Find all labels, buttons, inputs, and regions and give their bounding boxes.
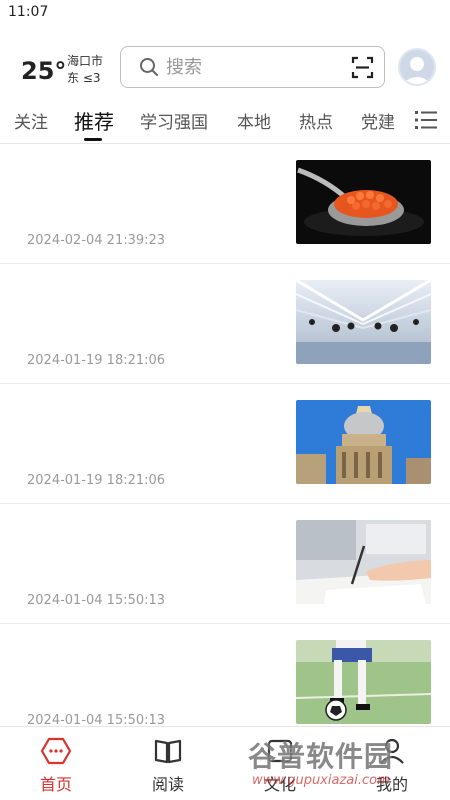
feed-thumbnail-writing-hand[interactable] — [296, 520, 431, 604]
tab-recommend[interactable]: 推荐 — [74, 106, 114, 135]
feed-item[interactable]: 2024-01-19 18:21:06 — [0, 264, 450, 384]
feed-item[interactable]: 2024-01-04 15:50:13 — [0, 504, 450, 624]
feed-item-date: 2024-01-04 15:50:13 — [27, 593, 166, 608]
status-bar: 11:07 — [0, 0, 450, 26]
watermark-url: www.gupuxiazai.com — [252, 773, 390, 788]
nav-home-label: 首页 — [39, 775, 72, 794]
home-hexagon-icon — [40, 737, 72, 765]
avatar-icon — [404, 57, 430, 84]
scan-icon[interactable] — [351, 56, 374, 79]
channel-menu-icon[interactable] — [415, 110, 437, 130]
feed-item-date: 2024-01-19 18:21:06 — [27, 353, 166, 368]
tab-xuexi-qiangguo[interactable]: 学习强国 — [140, 108, 208, 133]
channel-tabs: 关注 推荐 学习强国 本地 热点 党建 — [0, 98, 450, 144]
active-tab-indicator — [84, 138, 102, 141]
feed-item-date: 2024-02-04 21:39:23 — [27, 233, 166, 248]
tab-local[interactable]: 本地 — [237, 108, 271, 133]
feed-item[interactable]: 2024-01-04 15:50:13 — [0, 624, 450, 726]
feed-item[interactable]: 2024-02-04 21:39:23 — [0, 144, 450, 264]
watermark-title: 谷普软件园 — [248, 740, 394, 773]
nav-reading-label: 阅读 — [151, 775, 184, 794]
nav-reading[interactable]: 阅读 — [112, 727, 224, 800]
search-icon — [140, 58, 158, 76]
feed-item[interactable]: 2024-01-19 18:21:06 — [0, 384, 450, 504]
tab-hot[interactable]: 热点 — [299, 108, 333, 133]
feed-thumbnail-futuristic-hall[interactable] — [296, 280, 431, 364]
nav-home[interactable]: 首页 — [0, 727, 112, 800]
tab-party-building[interactable]: 党建 — [361, 108, 395, 133]
feed-item-date: 2024-01-19 18:21:06 — [27, 473, 166, 488]
feed-thumbnail-football-player[interactable] — [296, 640, 431, 724]
feed-thumbnail-radcliffe-camera[interactable] — [296, 400, 431, 484]
tab-follow[interactable]: 关注 — [14, 108, 48, 133]
news-feed: 2024-02-04 21:39:23 2024-01-19 18:21:06 — [0, 144, 450, 726]
weather-city: 海口市 — [67, 54, 104, 68]
watermark-logo: 谷普软件园 www.gupuxiazai.com — [248, 735, 448, 795]
header: 25° 海口市 东 ≤3 — [0, 26, 450, 98]
feed-thumbnail-caviar[interactable] — [296, 160, 431, 244]
avatar[interactable] — [398, 48, 436, 86]
weather-wind: 东 ≤3 — [67, 71, 101, 85]
feed-item-date: 2024-01-04 15:50:13 — [27, 713, 166, 726]
search-input[interactable] — [166, 54, 346, 80]
book-icon — [154, 739, 182, 764]
weather-temperature: 25° — [21, 57, 67, 85]
search-box[interactable] — [120, 46, 385, 88]
status-time: 11:07 — [8, 4, 49, 20]
